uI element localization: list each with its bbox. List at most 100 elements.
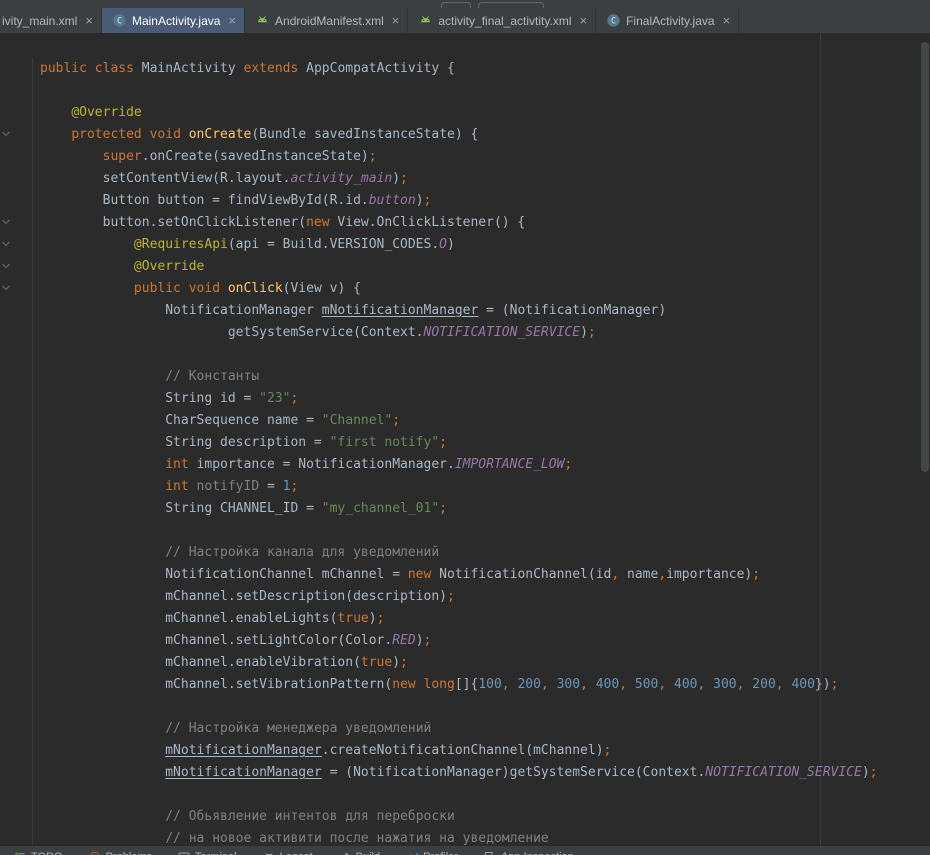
code-line[interactable]: NotificationManager mNotificationManager… <box>0 300 920 322</box>
tool-window-button-build[interactable]: Build <box>339 851 380 855</box>
problems-icon <box>89 851 101 855</box>
code-line[interactable]: @RequiresApi(api = Build.VERSION_CODES.O… <box>0 234 920 256</box>
tab-label: FinalActivity.java <box>626 14 714 28</box>
code-line[interactable]: mChannel.setVibrationPattern(new long[]{… <box>0 674 920 696</box>
gutter <box>0 234 33 256</box>
logcat-icon <box>263 851 275 855</box>
tab-close-icon[interactable]: × <box>723 14 731 27</box>
code-line[interactable]: // Настройка менеджера уведомлений <box>0 718 920 740</box>
code-line[interactable]: int importance = NotificationManager.IMP… <box>0 454 920 476</box>
code-line[interactable]: String CHANNEL_ID = "my_channel_01"; <box>0 498 920 520</box>
fold-chevron-icon[interactable] <box>1 261 11 271</box>
tool-window-button-terminal[interactable]: Terminal <box>178 851 237 855</box>
code-line[interactable]: public class MainActivity extends AppCom… <box>0 58 920 80</box>
code-line[interactable]: // на новое активити после нажатия на ув… <box>0 828 920 845</box>
code-line[interactable]: Button button = findViewById(R.id.button… <box>0 190 920 212</box>
scrollbar-thumb[interactable] <box>921 42 929 472</box>
tool-window-label: Logcat <box>280 851 313 855</box>
svg-text:C: C <box>117 17 122 27</box>
code-line[interactable]: NotificationChannel mChannel = new Notif… <box>0 564 920 586</box>
tab-ivity_main.xml[interactable]: ivity_main.xml × <box>0 8 102 33</box>
code-line[interactable]: @Override <box>0 256 920 278</box>
fold-chevron-icon[interactable] <box>1 239 11 249</box>
android-studio-window: ivity_main.xml×CMainActivity.java×Androi… <box>0 0 930 855</box>
gutter <box>0 630 33 652</box>
gutter <box>0 828 33 845</box>
code-line[interactable]: mChannel.enableVibration(true); <box>0 652 920 674</box>
tool-window-button-profiler[interactable]: Profiler <box>406 851 458 855</box>
tab-AndroidManifest.xml[interactable]: AndroidManifest.xml× <box>245 8 408 33</box>
tool-window-button-logcat[interactable]: Logcat <box>263 851 313 855</box>
tab-close-icon[interactable]: × <box>580 14 588 27</box>
fold-chevron-icon[interactable] <box>1 217 11 227</box>
code-line[interactable]: int notifyID = 1; <box>0 476 920 498</box>
code-text: getSystemService(Context.NOTIFICATION_SE… <box>33 322 596 344</box>
code-line[interactable]: public void onClick(View v) { <box>0 278 920 300</box>
tab-FinalActivity.java[interactable]: C FinalActivity.java × <box>596 8 739 33</box>
code-line[interactable]: mChannel.setLightColor(Color.RED); <box>0 630 920 652</box>
code-text <box>33 80 40 102</box>
tool-window-button-problems[interactable]: Problems <box>89 851 152 855</box>
java-class-icon: C <box>606 13 621 28</box>
code-line[interactable]: mChannel.enableLights(true); <box>0 608 920 630</box>
java-class-icon: C <box>112 13 127 28</box>
gutter <box>0 102 33 124</box>
tab-close-icon[interactable]: × <box>392 14 400 27</box>
gutter <box>0 410 33 432</box>
code-line[interactable]: String id = "23"; <box>0 388 920 410</box>
code-line[interactable]: @Override <box>0 102 920 124</box>
fold-chevron-icon[interactable] <box>1 283 11 293</box>
code-editor[interactable]: public class MainActivity extends AppCom… <box>0 34 930 845</box>
tool-window-button-app-inspection[interactable]: App Inspection <box>484 851 574 855</box>
code-line[interactable]: CharSequence name = "Channel"; <box>0 410 920 432</box>
code-line[interactable] <box>0 344 920 366</box>
code-text: NotificationChannel mChannel = new Notif… <box>33 564 760 586</box>
gutter <box>0 124 33 146</box>
android-icon <box>418 13 433 28</box>
code-text: // на новое активити после нажатия на ув… <box>33 828 549 845</box>
code-text: mNotificationManager = (NotificationMana… <box>33 762 878 784</box>
code-line[interactable] <box>0 696 920 718</box>
gutter <box>0 718 33 740</box>
gutter <box>0 190 33 212</box>
gutter <box>0 696 33 718</box>
tool-window-button-todo[interactable]: TODO <box>14 851 63 855</box>
profiler-icon <box>406 851 418 855</box>
gutter <box>0 762 33 784</box>
code-line[interactable]: mNotificationManager = (NotificationMana… <box>0 762 920 784</box>
tool-window-label: Terminal <box>195 851 237 855</box>
gutter <box>0 520 33 542</box>
tab-close-icon[interactable]: × <box>85 14 93 27</box>
code-line[interactable] <box>0 784 920 806</box>
tab-MainActivity.java[interactable]: CMainActivity.java× <box>102 8 245 33</box>
gutter <box>0 740 33 762</box>
code-area[interactable]: public class MainActivity extends AppCom… <box>0 34 920 845</box>
code-line[interactable]: super.onCreate(savedInstanceState); <box>0 146 920 168</box>
code-text: int importance = NotificationManager.IMP… <box>33 454 572 476</box>
code-text: public class MainActivity extends AppCom… <box>33 58 455 80</box>
code-line[interactable]: String description = "first notify"; <box>0 432 920 454</box>
tab-close-icon[interactable]: × <box>228 14 236 27</box>
gutter <box>0 542 33 564</box>
tab-label: ivity_main.xml <box>2 14 77 28</box>
code-text: CharSequence name = "Channel"; <box>33 410 400 432</box>
code-line[interactable]: // Константы <box>0 366 920 388</box>
code-line[interactable]: // Настройка канала для уведомлений <box>0 542 920 564</box>
code-line[interactable]: mChannel.setDescription(description); <box>0 586 920 608</box>
code-line[interactable]: mNotificationManager.createNotificationC… <box>0 740 920 762</box>
fold-chevron-icon[interactable] <box>1 129 11 139</box>
code-line[interactable] <box>0 80 920 102</box>
tab-activity_final_activtity.xml[interactable]: activity_final_activtity.xml× <box>408 8 596 33</box>
code-line[interactable] <box>0 520 920 542</box>
code-text: // Настройка канала для уведомлений <box>33 542 439 564</box>
code-line[interactable]: getSystemService(Context.NOTIFICATION_SE… <box>0 322 920 344</box>
editor-scrollbar[interactable] <box>920 34 930 845</box>
code-line[interactable]: protected void onCreate(Bundle savedInst… <box>0 124 920 146</box>
gutter <box>0 146 33 168</box>
code-line[interactable]: // Обьявление интентов для переброски <box>0 806 920 828</box>
code-line[interactable]: setContentView(R.layout.activity_main); <box>0 168 920 190</box>
gutter <box>0 806 33 828</box>
code-text: setContentView(R.layout.activity_main); <box>33 168 408 190</box>
code-text: String CHANNEL_ID = "my_channel_01"; <box>33 498 447 520</box>
code-line[interactable]: button.setOnClickListener(new View.OnCli… <box>0 212 920 234</box>
